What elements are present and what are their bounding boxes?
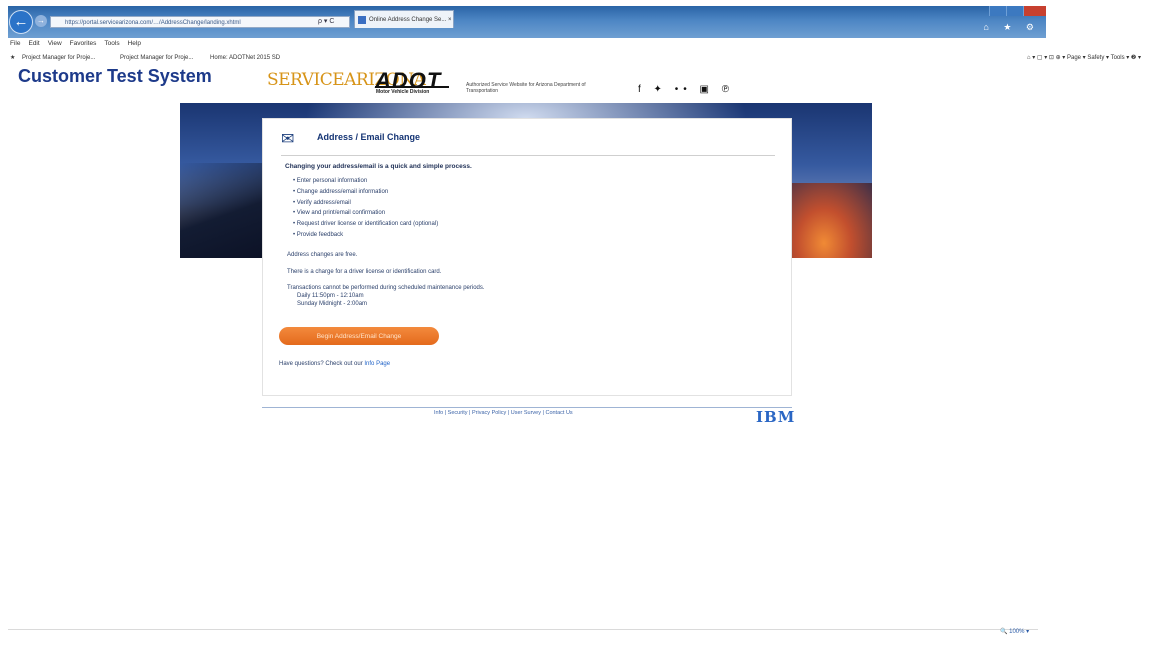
home-favorites-settings-icons[interactable]: ⌂ ★ ⚙ (983, 22, 1040, 33)
menu-file[interactable]: File (10, 38, 20, 50)
site-title: Customer Test System (18, 66, 212, 86)
list-item: Provide feedback (293, 230, 438, 241)
footer-links[interactable]: Info | Security | Privacy Policy | User … (434, 410, 573, 416)
list-item: Enter personal information (293, 176, 438, 187)
footer-divider (262, 407, 792, 408)
page-favicon-icon (358, 16, 366, 24)
banner-sunset-glow (792, 183, 872, 258)
list-item: Request driver license or identification… (293, 219, 438, 230)
card-divider (281, 155, 775, 156)
address-bar[interactable]: https://portal.servicearizona.com/…/Addr… (50, 16, 350, 28)
adot-subtitle: Motor Vehicle Division (376, 89, 430, 95)
browser-tab[interactable]: Online Address Change Se... × (354, 10, 454, 28)
hours-daily: Daily 11:50pm - 12:10am (297, 293, 364, 299)
forward-arrow-icon[interactable]: → (35, 15, 47, 27)
favorites-bar: ★ Project Manager for Proje... Project M… (8, 51, 1046, 65)
list-item: View and print/email confirmation (293, 208, 438, 219)
favorite-link-2[interactable]: Project Manager for Proje... (120, 51, 193, 65)
address-bar-controls[interactable]: ρ ▾ C (318, 16, 334, 28)
close-window-icon[interactable] (1023, 6, 1046, 16)
zoom-level[interactable]: 🔍 100% ▾ (1000, 628, 1029, 635)
menu-bar: File Edit View Favorites Tools Help (10, 38, 141, 50)
browser-title-bar: ← → https://portal.servicearizona.com/…/… (8, 6, 1046, 38)
favorites-star-icon[interactable]: ★ (10, 51, 15, 65)
minimize-icon[interactable] (989, 6, 1006, 16)
list-item: Verify address/email (293, 198, 438, 209)
address-change-card: ✉ Address / Email Change Changing your a… (262, 118, 792, 396)
menu-edit[interactable]: Edit (28, 38, 39, 50)
questions-text: Have questions? Check out our (279, 361, 365, 367)
favorite-link-1[interactable]: Project Manager for Proje... (22, 51, 95, 65)
favorite-link-3[interactable]: Home: ADOTNet 2015 SD (210, 51, 280, 65)
maximize-icon[interactable] (1006, 6, 1023, 16)
hours-sunday: Sunday Midnight - 2:00am (297, 301, 368, 307)
list-item: Change address/email information (293, 187, 438, 198)
questions-line: Have questions? Check out our Info Page (279, 361, 390, 367)
card-intro: Changing your address/email is a quick a… (285, 163, 472, 170)
social-media-icons[interactable]: f ✦ •• ▣ ℗ (638, 84, 734, 95)
ibm-logo: IBM (756, 408, 796, 426)
menu-tools[interactable]: Tools (104, 38, 119, 50)
back-arrow-icon[interactable]: ← (9, 10, 33, 34)
status-bar-divider (8, 629, 1038, 630)
begin-address-change-button[interactable]: Begin Address/Email Change (279, 327, 439, 345)
address-change-icon: ✉ (281, 131, 295, 148)
card-title: Address / Email Change (317, 132, 421, 142)
browser-tab-title: Online Address Change Se... × (369, 17, 452, 23)
process-steps-list: Enter personal information Change addres… (293, 176, 438, 241)
adot-logo-underline (375, 86, 449, 88)
authorized-service-text: Authorized Service Website for Arizona D… (466, 82, 586, 94)
charge-note: There is a charge for a driver license o… (287, 269, 442, 275)
command-bar[interactable]: ⌂ ▾ ▢ ▾ ⊡ ⊕ ▾ Page ▾ Safety ▾ Tools ▾ ❷ … (1027, 51, 1141, 65)
window-controls (986, 6, 1046, 16)
maintenance-note: Transactions cannot be performed during … (287, 285, 485, 291)
info-page-link[interactable]: Info Page (364, 361, 390, 367)
free-note: Address changes are free. (287, 252, 358, 258)
menu-help[interactable]: Help (128, 38, 141, 50)
banner-silhouette (180, 163, 262, 258)
menu-view[interactable]: View (48, 38, 62, 50)
menu-favorites[interactable]: Favorites (70, 38, 97, 50)
